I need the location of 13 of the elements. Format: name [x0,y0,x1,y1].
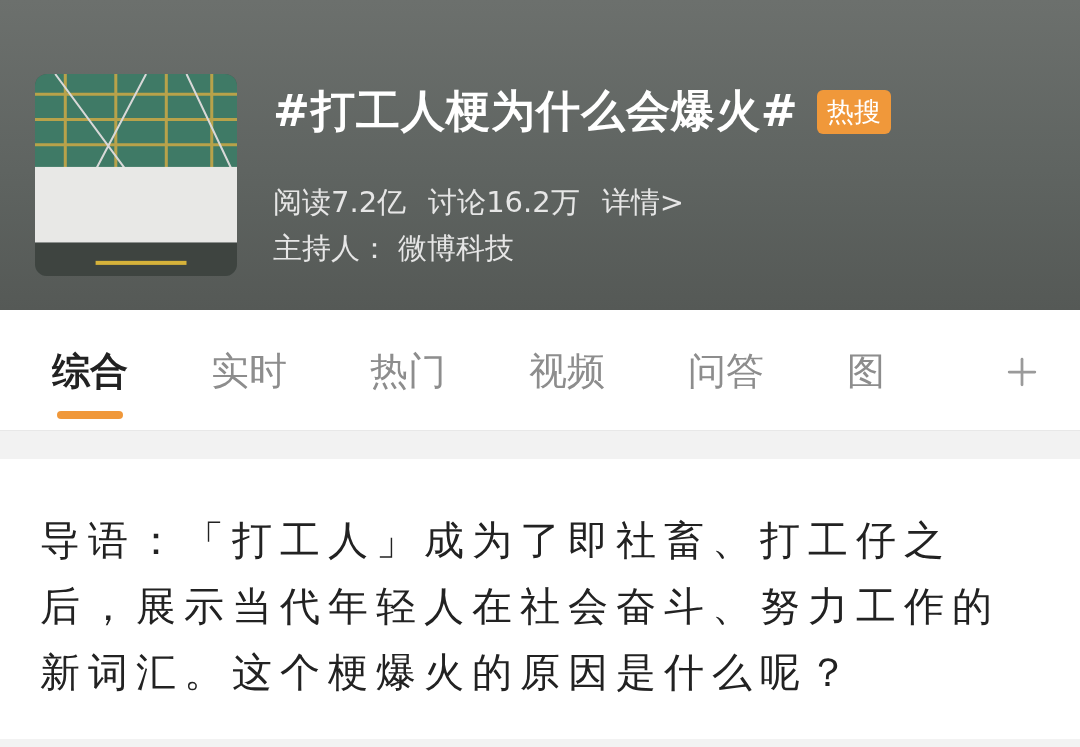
tab[interactable]: 视频 [529,346,605,425]
tab[interactable]: 综合 [52,346,128,425]
hot-search-badge: 热搜 [816,89,891,134]
topic-title: #打工人梗为什么会爆火# [273,84,799,138]
host-text: 主持人： 微博科技 [273,230,516,267]
intro-paragraph: 导语：「打工人」成为了即社畜、打工仔之后，展示当代年轻人在社会奋斗、努力工作的新词汇。这个梗爆火的原因是什么呢？ [40,516,1001,697]
stat-text: 讨论16.2万 [428,184,580,221]
stat-text: 阅读7.2亿 [273,184,407,221]
details-link[interactable]: 详情> [601,183,684,223]
tab[interactable]: 图 [847,346,885,425]
tab[interactable]: 问答 [688,346,764,425]
tab[interactable]: 热门 [370,346,446,425]
tab[interactable]: 实时 [211,346,287,425]
